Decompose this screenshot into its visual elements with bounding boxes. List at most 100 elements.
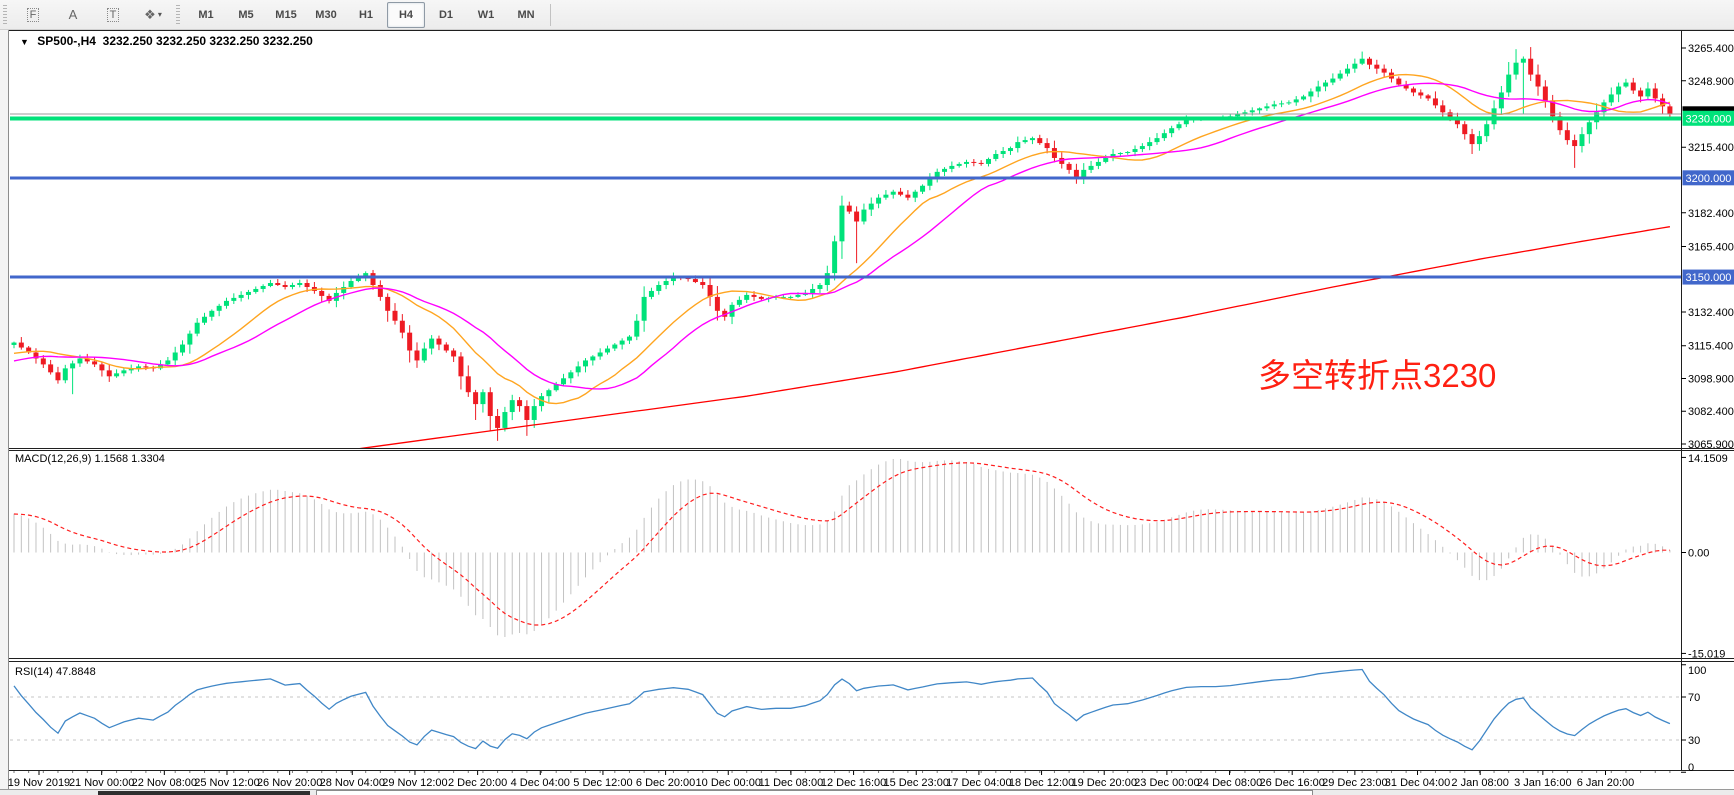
- scrollbar-thumb[interactable]: [98, 791, 310, 795]
- chart-canvas[interactable]: 3265.4003248.9003215.4003182.4003165.400…: [0, 30, 1734, 789]
- toolbar-separator: [550, 4, 551, 26]
- candle-body: [1638, 90, 1643, 96]
- candle-body: [905, 195, 910, 198]
- candle-body: [202, 317, 207, 323]
- candle-body: [891, 192, 896, 195]
- candle-body: [1462, 124, 1467, 134]
- candle-body: [964, 162, 969, 164]
- candle-body: [1609, 94, 1614, 102]
- mt4-application: F A T ❖ ▾ M1M5M15M30H1H4D1W1MN 3265.4003…: [0, 0, 1734, 795]
- candle-body: [1440, 105, 1445, 112]
- candles[interactable]: [12, 47, 1673, 441]
- price-tick-label: 3082.400: [1688, 406, 1734, 418]
- toolbar-grip[interactable]: [3, 5, 7, 25]
- timeframe-button-M5[interactable]: M5: [227, 2, 265, 28]
- timeframe-button-M30[interactable]: M30: [307, 2, 345, 28]
- candle-body: [1147, 142, 1152, 146]
- macd-tick-label: 14.1509: [1688, 453, 1728, 465]
- timeframe-button-M15[interactable]: M15: [267, 2, 305, 28]
- candle-body: [480, 392, 485, 404]
- text-label-icon[interactable]: A: [54, 2, 92, 28]
- timeframe-group: M1M5M15M30H1H4D1W1MN: [186, 2, 546, 28]
- candle-body: [114, 373, 119, 376]
- candle-body: [458, 356, 463, 376]
- candle-body: [1645, 88, 1650, 96]
- candle-body: [817, 285, 822, 289]
- timeframe-button-H1[interactable]: H1: [347, 2, 385, 28]
- time-axis-label: 23 Dec 00:00: [1134, 777, 1199, 789]
- chart-window[interactable]: 3265.4003248.9003215.4003182.4003165.400…: [0, 30, 1734, 795]
- candle-body: [502, 412, 507, 428]
- candle-body: [1294, 99, 1299, 102]
- candle-body: [737, 300, 742, 305]
- dropdown-caret-icon[interactable]: ▾: [158, 10, 162, 19]
- text-box-glyph: T: [107, 8, 120, 22]
- candle-body: [92, 361, 97, 364]
- candle-body: [920, 186, 925, 192]
- rsi-tick-label: 70: [1688, 692, 1700, 704]
- time-axis-label: 12 Dec 16:00: [821, 777, 886, 789]
- rsi-panel[interactable]: [10, 670, 1681, 750]
- time-axis-label: 19 Dec 20:00: [1072, 777, 1137, 789]
- candle-body: [407, 333, 412, 351]
- macd-panel[interactable]: [14, 459, 1670, 637]
- candle-body: [429, 339, 434, 349]
- timeframe-button-M1[interactable]: M1: [187, 2, 225, 28]
- time-axis-label: 10 Dec 00:00: [696, 777, 761, 789]
- timeframe-button-W1[interactable]: W1: [467, 2, 505, 28]
- horizontal-scrollbar[interactable]: [0, 789, 1734, 795]
- timeframe-button-D1[interactable]: D1: [427, 2, 465, 28]
- timeframe-button-MN[interactable]: MN: [507, 2, 545, 28]
- candle-body: [371, 273, 376, 285]
- candle-body: [1023, 140, 1028, 142]
- candle-body: [590, 356, 595, 360]
- candle-body: [1118, 153, 1123, 154]
- candle-body: [1345, 69, 1350, 74]
- candle-body: [1008, 148, 1013, 151]
- candle-body: [283, 285, 288, 287]
- candle-body: [949, 166, 954, 169]
- candle-body: [759, 297, 764, 299]
- candle-body: [1330, 79, 1335, 83]
- candle-body: [1133, 149, 1138, 152]
- candle-body: [898, 192, 903, 195]
- candle-body: [1096, 162, 1101, 166]
- macd-axis: 14.15090.00-15.019: [1681, 453, 1728, 660]
- macd-tick-label: -15.019: [1688, 648, 1725, 660]
- candle-body: [1015, 142, 1020, 148]
- candle-body: [1045, 143, 1050, 148]
- text-label-glyph: A: [69, 7, 78, 22]
- time-axis-label: 28 Nov 04:00: [320, 777, 385, 789]
- cursor-style-icon[interactable]: ❖ ▾: [134, 2, 172, 28]
- timeframe-button-H4[interactable]: H4: [387, 2, 425, 28]
- candle-body: [261, 286, 266, 289]
- price-tick-label: 3065.900: [1688, 439, 1734, 451]
- candle-body: [1396, 79, 1401, 85]
- indicator-grid-glyph: F: [27, 8, 40, 22]
- candle-body: [1536, 75, 1541, 87]
- candle-body: [883, 195, 888, 198]
- rsi-tick-label: 30: [1688, 735, 1700, 747]
- candle-body: [1250, 110, 1255, 112]
- candle-body: [576, 366, 581, 372]
- candle-body: [1411, 88, 1416, 92]
- candle-body: [1433, 98, 1438, 105]
- candle-body: [1169, 128, 1174, 133]
- candle-body: [1235, 114, 1240, 116]
- rsi-line: [14, 670, 1670, 750]
- candle-body: [195, 323, 200, 334]
- candle-body: [495, 416, 500, 428]
- price-tick-label: 3132.400: [1688, 307, 1734, 319]
- candle-body: [810, 289, 815, 293]
- candle-body: [510, 400, 515, 412]
- candle-body: [63, 368, 68, 380]
- candle-body: [143, 366, 148, 367]
- toolbar-grip-2[interactable]: [176, 5, 180, 25]
- candle-body: [290, 285, 295, 287]
- indicator-grid-icon[interactable]: F: [14, 2, 52, 28]
- candle-body: [393, 311, 398, 321]
- candle-body: [1162, 133, 1167, 138]
- candle-body: [664, 281, 669, 285]
- text-box-icon[interactable]: T: [94, 2, 132, 28]
- scrollbar-track-segment[interactable]: [316, 790, 1313, 795]
